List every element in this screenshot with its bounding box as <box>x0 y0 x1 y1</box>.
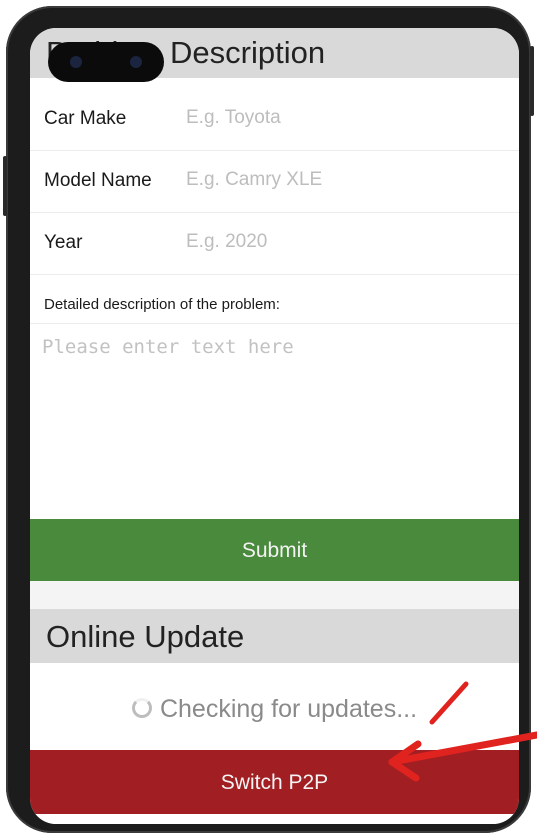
update-status: Checking for updates... <box>30 668 519 750</box>
car-make-row: Car Make <box>30 88 519 151</box>
model-name-label: Model Name <box>44 170 152 191</box>
app-screen: Problem Description Car Make Model Name … <box>30 28 519 824</box>
side-button <box>3 156 7 216</box>
year-row: Year <box>30 212 519 275</box>
year-label: Year <box>44 232 83 253</box>
divider <box>30 323 519 324</box>
car-make-input[interactable] <box>186 102 506 134</box>
phone-frame: Problem Description Car Make Model Name … <box>3 6 534 833</box>
side-button <box>530 46 534 116</box>
submit-button[interactable]: Submit <box>30 519 519 581</box>
online-update-header: Online Update <box>30 609 519 663</box>
loading-spinner-icon <box>131 698 152 719</box>
online-update-title: Online Update <box>46 619 245 654</box>
camera-lens-icon <box>70 56 82 68</box>
year-input[interactable] <box>186 226 506 258</box>
description-textarea[interactable] <box>42 336 507 506</box>
camera-lens-icon <box>130 56 142 68</box>
bottom-strip <box>30 814 519 824</box>
model-name-row: Model Name <box>30 150 519 213</box>
update-status-text: Checking for updates... <box>159 695 418 723</box>
car-make-label: Car Make <box>44 108 127 129</box>
description-label: Detailed description of the problem: <box>44 296 280 313</box>
model-name-input[interactable] <box>186 164 506 196</box>
section-gap <box>30 581 519 609</box>
front-camera-cutout <box>48 42 164 82</box>
switch-p2p-button[interactable]: Switch P2P <box>30 750 519 814</box>
